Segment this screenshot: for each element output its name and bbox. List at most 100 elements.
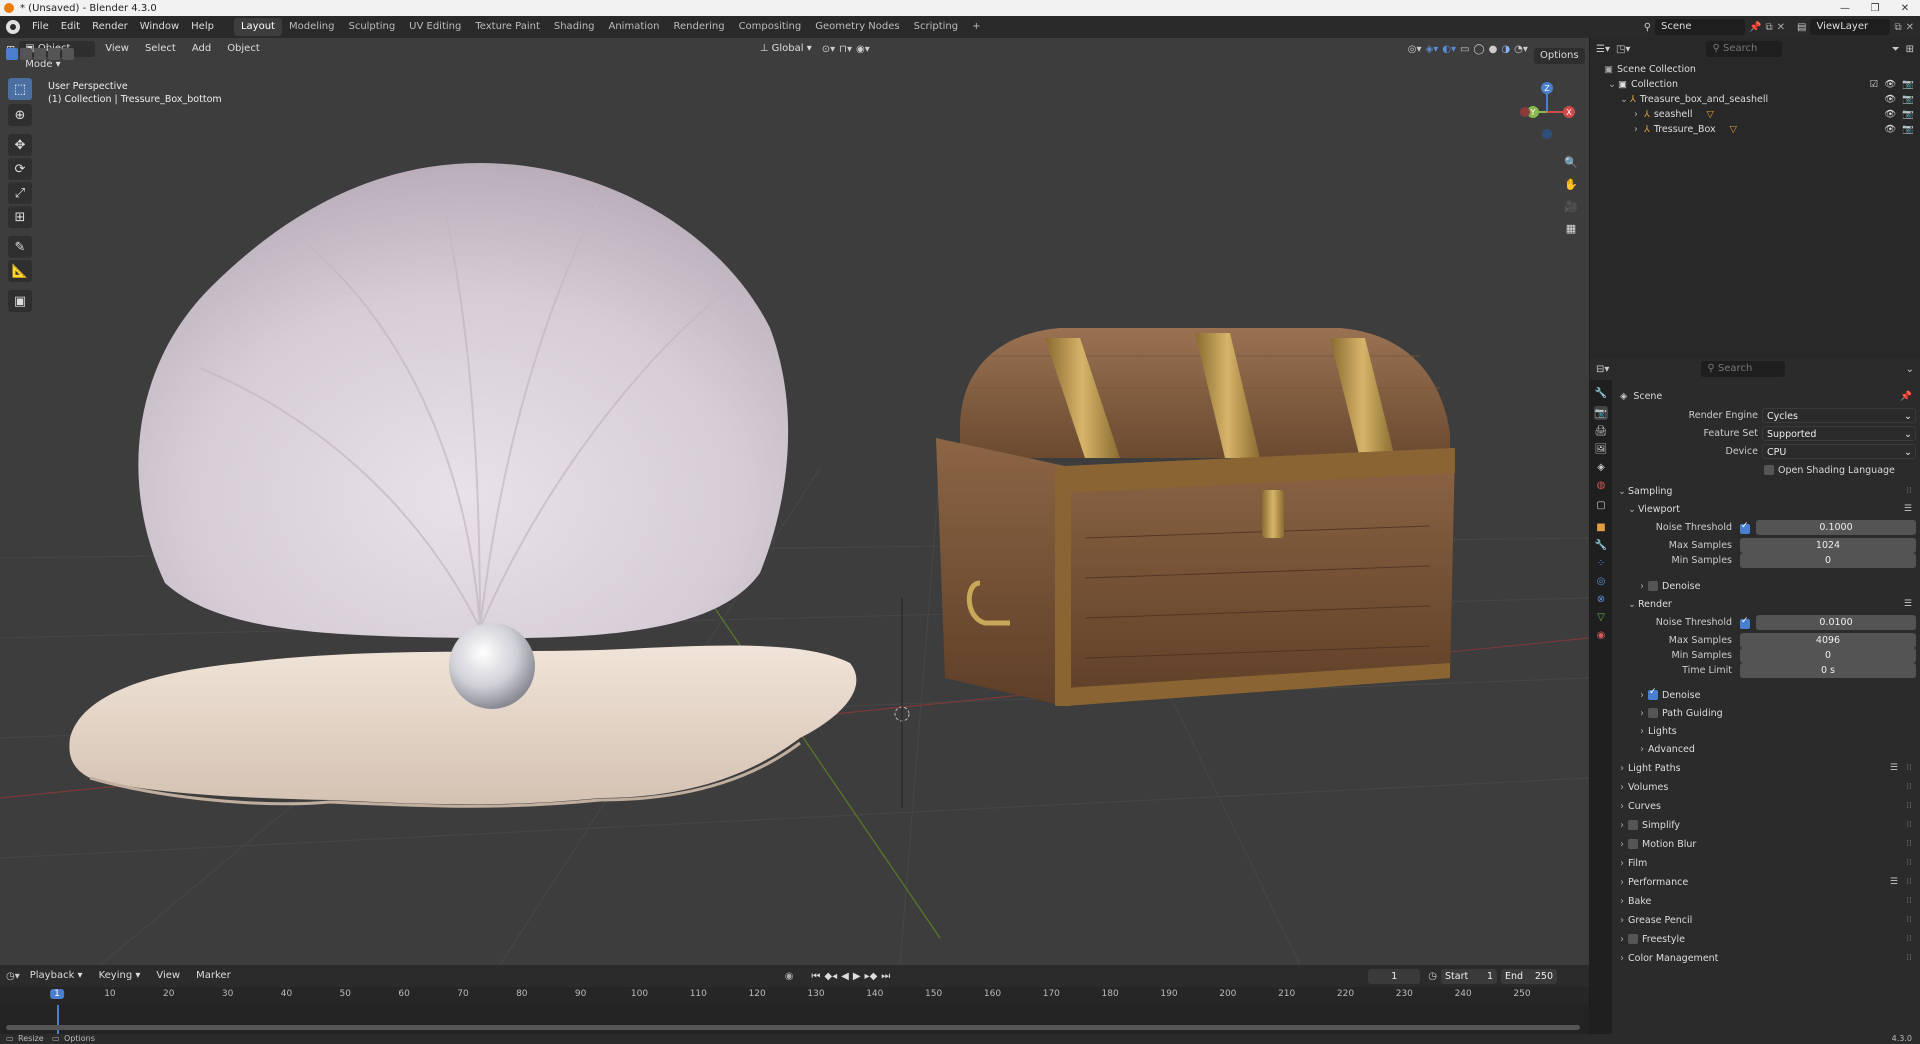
panel-color-management[interactable]: › Color Management ⁞⁞ [1612,949,1918,967]
clock-icon[interactable]: ◷ [1428,971,1437,982]
timeline-view-menu[interactable]: View [150,968,186,984]
vp-min-samples-field[interactable]: 0 [1740,553,1916,568]
annotate-icon[interactable]: ✎ [8,236,32,258]
filter-icon[interactable]: ⏷ [1892,44,1900,55]
expand-icon[interactable]: › [1634,124,1644,135]
playback-menu[interactable]: Playback ▾ [24,968,89,984]
new-scene-icon[interactable]: ⧉ [1765,22,1772,33]
panel-grease-pencil[interactable]: › Grease Pencil ⁞⁞ [1612,911,1918,929]
presets-icon[interactable]: ☰ [1890,877,1898,887]
perspective-toggle-icon[interactable]: ▦ [1561,218,1581,238]
osl-checkbox[interactable] [1764,465,1774,475]
subpanel-render[interactable]: ⌄ Render ☰ [1612,595,1918,613]
r-noise-threshold-checkbox[interactable] [1740,616,1750,629]
collection-tab-icon[interactable]: ▢ [1594,498,1608,512]
measure-icon[interactable]: 📐 [8,260,32,282]
3d-viewport[interactable]: ⊞ ▣ Object Mode ▾ View Select Add Object… [0,38,1589,965]
shading-wireframe-icon[interactable]: ◯ [1473,44,1484,55]
cursor-icon[interactable]: ⊕ [8,104,32,126]
select-invert-icon[interactable] [48,48,60,60]
panel-simplify[interactable]: › Simplify ⁞⁞ [1612,816,1918,834]
pin-icon[interactable]: 📌 [1749,22,1761,33]
tab-modeling[interactable]: Modeling [282,18,342,36]
device-dropdown[interactable]: CPU ⌄ [1762,444,1916,459]
outliner-row-collection[interactable]: ⌄ ▣ Collection ☑ 👁 📷 [1590,77,1920,92]
viewport-scene[interactable] [0,38,1589,965]
current-frame-field[interactable]: 1 [1368,968,1421,984]
menu-select[interactable]: Select [139,41,182,57]
motion-blur-checkbox[interactable] [1628,839,1638,849]
physics-tab-icon[interactable]: ◎ [1594,574,1608,588]
r-denoise-checkbox[interactable] [1648,687,1658,700]
vp-max-samples-field[interactable]: 1024 [1740,538,1916,553]
menu-help[interactable]: Help [185,16,220,38]
select-new-icon[interactable] [6,48,18,60]
zoom-icon[interactable]: 🔍 [1561,152,1581,172]
visibility-icon[interactable]: ◎▾ [1408,44,1422,55]
auto-keying-icon[interactable]: ◉ [785,971,794,982]
properties-editor-icon[interactable]: ⊟▾ [1596,364,1609,375]
subpanel-advanced[interactable]: › Advanced [1612,740,1918,758]
feature-set-dropdown[interactable]: Supported ⌄ [1762,426,1916,441]
panel-light-paths[interactable]: › Light Paths ☰ ⁞⁞ [1612,759,1918,777]
view-layer-tab-icon[interactable]: 🖼 [1594,442,1608,456]
panel-freestyle[interactable]: › Freestyle ⁞⁞ [1612,930,1918,948]
jump-start-icon[interactable]: ⏮ [811,971,820,982]
view-layer-selector[interactable]: ViewLayer [1810,19,1891,35]
add-cube-icon[interactable]: ▣ [8,290,32,312]
osl-checkbox-row[interactable]: Open Shading Language [1612,462,1918,478]
options-button[interactable]: Options [1534,48,1585,64]
transform-orientation-dropdown[interactable]: ⊥ Global ▾ [754,41,818,57]
frame-ruler[interactable]: 1 10 20 30 40 50 60 70 80 90 100 110 120 130 140 150 160… [0,987,1589,1005]
outliner-row-scene-collection[interactable]: ▣ Scene Collection [1590,62,1920,77]
expand-icon[interactable]: › [1634,109,1644,120]
marker-menu[interactable]: Marker [190,968,237,984]
scene-selector[interactable]: Scene [1655,19,1746,35]
output-tab-icon[interactable]: 🖨 [1594,424,1608,438]
properties-search[interactable]: ⚲ Search [1701,361,1786,377]
menu-render[interactable]: Render [86,16,134,38]
world-tab-icon[interactable]: ◍ [1594,478,1608,492]
object-tab-icon[interactable]: ■ [1594,520,1608,534]
particles-tab-icon[interactable]: ⁘ [1594,556,1608,570]
panel-sampling[interactable]: ⌄ Sampling ⁞⁞ [1612,482,1918,500]
panel-motion-blur[interactable]: › Motion Blur ⁞⁞ [1612,835,1918,853]
presets-icon[interactable]: ☰ [1904,599,1912,609]
outliner-row-treasure-box-and-seashell[interactable]: ⌄ ⅄ Treasure_box_and_seashell 👁 📷 [1590,92,1920,107]
tool-tab-icon[interactable]: 🔧 [1594,386,1608,400]
path-guiding-checkbox[interactable] [1648,708,1658,718]
shading-solid-icon[interactable]: ● [1489,44,1498,55]
render-camera-icon[interactable]: 📷 [1902,109,1914,120]
jump-keyframe-back-icon[interactable]: ◆◂ [824,971,837,982]
subpanel-lights[interactable]: › Lights [1612,722,1918,740]
navigation-gizmo[interactable]: Z X Y [1515,78,1579,142]
expand-icon[interactable]: ⌄ [1620,94,1630,105]
render-tab-icon[interactable]: 📷 [1594,406,1608,420]
scene-tab-icon[interactable]: ◈ [1594,460,1608,474]
blender-menu-icon[interactable] [6,20,20,34]
panel-performance[interactable]: › Performance ☰ ⁞⁞ [1612,873,1918,891]
start-frame-field[interactable]: Start 1 [1441,968,1497,984]
rotate-icon[interactable]: ⟳ [8,158,32,180]
r-noise-threshold-field[interactable]: 0.0100 [1756,615,1916,630]
r-min-samples-field[interactable]: 0 [1740,648,1916,663]
eye-icon[interactable]: 👁 [1884,79,1896,90]
select-subtract-icon[interactable] [34,48,46,60]
add-workspace-button[interactable]: + [965,18,987,36]
menu-add[interactable]: Add [186,41,217,57]
tab-uv-editing[interactable]: UV Editing [402,18,468,36]
delete-view-layer-icon[interactable]: ✕ [1906,22,1914,33]
outliner-row-seashell[interactable]: › ⅄ seashell ▽ 👁 📷 [1590,107,1920,122]
close-button[interactable]: ✕ [1890,3,1920,14]
eye-icon[interactable]: 👁 [1884,109,1896,120]
minimize-button[interactable]: — [1830,3,1860,14]
vp-noise-threshold-checkbox[interactable] [1740,521,1750,534]
timeline-editor-icon[interactable]: ◷▾ [6,971,20,982]
presets-icon[interactable]: ☰ [1904,504,1912,514]
menu-edit[interactable]: Edit [55,16,86,38]
new-view-layer-icon[interactable]: ⧉ [1894,22,1901,33]
freestyle-checkbox[interactable] [1628,934,1638,944]
proportional-edit-icon[interactable]: ◉▾ [856,44,870,55]
pin-icon[interactable]: 📌 [1900,391,1918,402]
menu-file[interactable]: File [26,16,55,38]
